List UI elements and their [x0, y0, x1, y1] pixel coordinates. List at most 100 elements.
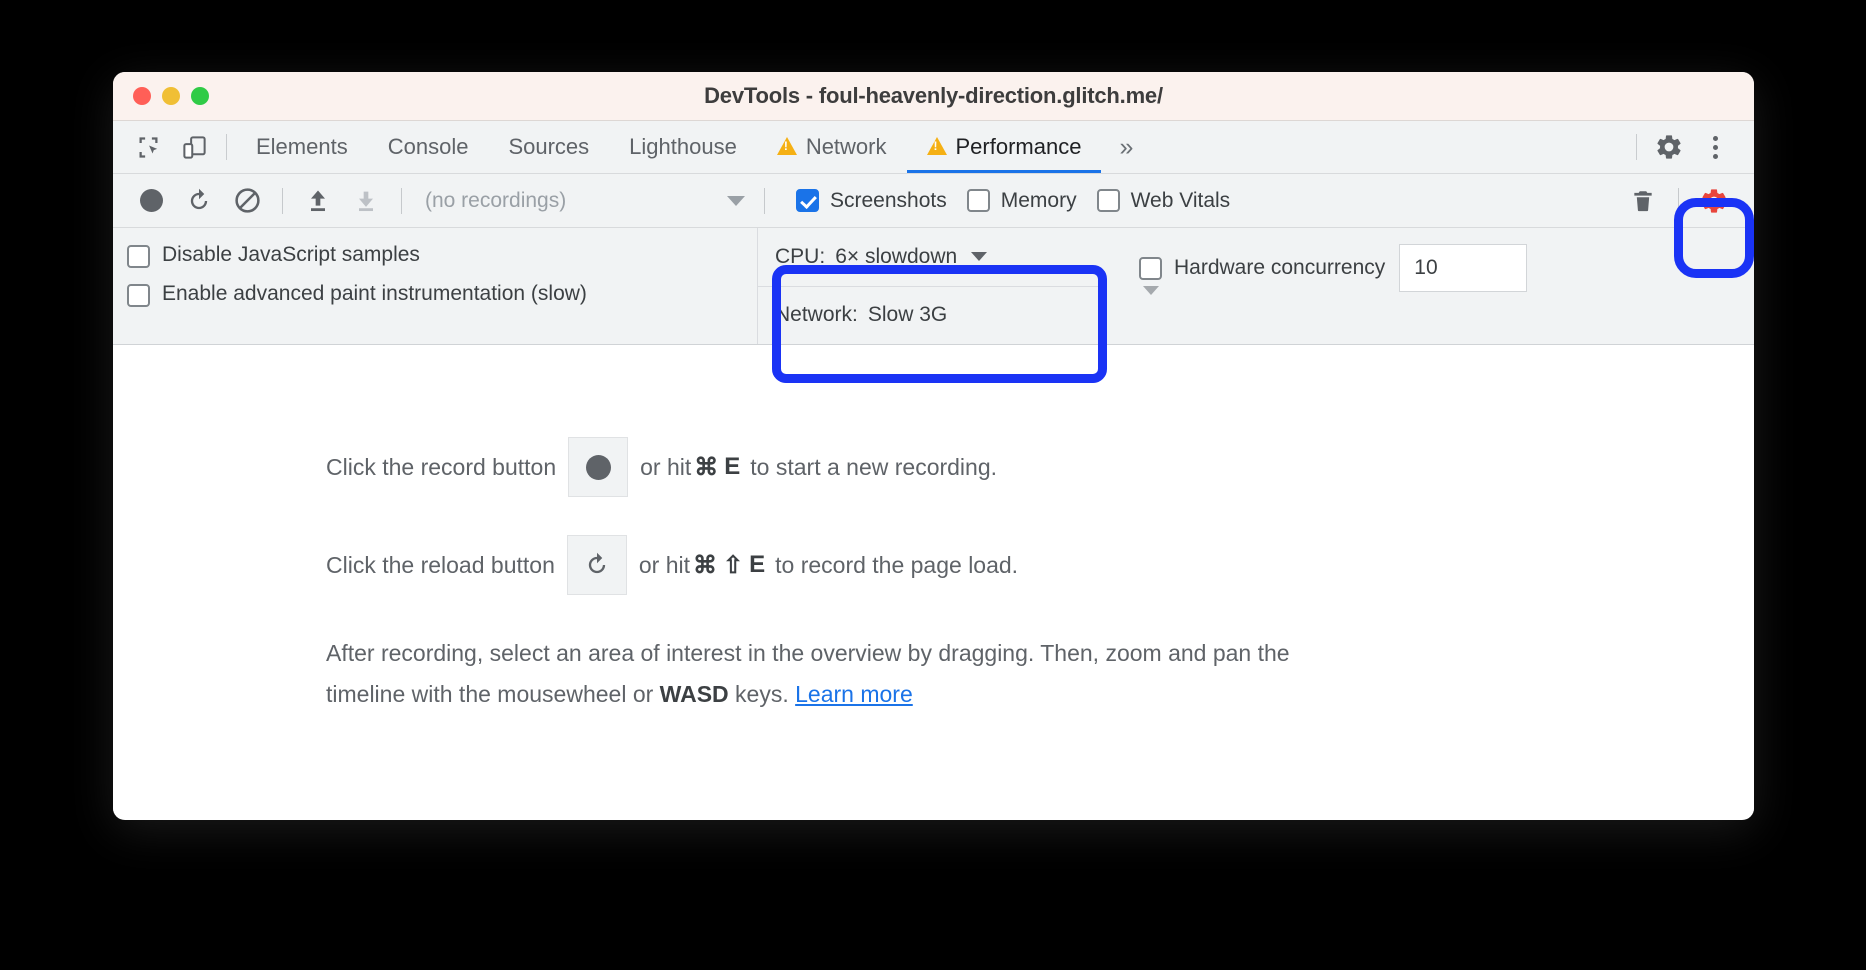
- warning-triangle-icon: [776, 137, 797, 155]
- chevron-down-icon: [727, 195, 745, 206]
- tab-label: Performance: [955, 134, 1082, 159]
- checkbox-box: [796, 189, 819, 212]
- shortcut-key-shift: ⇧: [723, 551, 744, 579]
- checkbox-advanced-paint-instrumentation[interactable]: Enable advanced paint instrumentation (s…: [127, 281, 757, 308]
- checkbox-label: Web Vitals: [1130, 188, 1231, 212]
- settings-gear-icon[interactable]: [1646, 124, 1692, 170]
- toolbar-right-controls: [1619, 179, 1754, 223]
- record-button[interactable]: [127, 179, 175, 223]
- window-title: DevTools - foul-heavenly-direction.glitc…: [704, 83, 1163, 108]
- tab-performance[interactable]: Performance: [906, 121, 1102, 173]
- throttling-controls: CPU: 6× slowdown Network: Slow 3G: [758, 228, 1103, 344]
- shortcut-key-command: ⌘: [693, 551, 717, 579]
- more-options-kebab-icon[interactable]: [1692, 124, 1738, 170]
- tabbar-divider: [226, 134, 227, 160]
- network-throttling-dropdown[interactable]: Network: Slow 3G: [758, 287, 1103, 345]
- record-dot-icon: [139, 189, 163, 212]
- hardware-concurrency-input[interactable]: 10: [1399, 244, 1528, 292]
- tab-overflow-chevron-icon[interactable]: »: [1101, 121, 1149, 173]
- tab-label: Sources: [508, 134, 590, 159]
- reload-hint-suffix: to record the page load.: [775, 551, 1019, 578]
- hardware-concurrency-group: Hardware concurrency 10: [1103, 228, 1754, 344]
- checkbox-label: Enable advanced paint instrumentation (s…: [162, 281, 587, 305]
- window-titlebar: DevTools - foul-heavenly-direction.glitc…: [113, 72, 1754, 121]
- close-window-button[interactable]: [133, 87, 151, 105]
- checkbox-box: [966, 189, 990, 212]
- screenshot-stage: DevTools - foul-heavenly-direction.glitc…: [0, 0, 1866, 970]
- tabbar-right-controls: [1627, 121, 1754, 173]
- window-traffic-lights: [133, 87, 209, 105]
- reload-hint-line: Click the reload button or hit ⌘ ⇧ E to …: [326, 535, 1754, 595]
- performance-toolbar: (no recordings) Screenshots Memory Web V…: [113, 174, 1754, 228]
- tab-elements[interactable]: Elements: [236, 121, 368, 173]
- cpu-throttling-value: 6× slowdown: [835, 244, 958, 268]
- checkbox-disable-js-samples[interactable]: Disable JavaScript samples: [127, 242, 757, 269]
- wasd-keys-label: WASD: [659, 680, 729, 707]
- toolbar-divider: [282, 187, 283, 214]
- learn-more-link[interactable]: Learn more: [795, 681, 913, 707]
- tab-label: Elements: [256, 134, 348, 159]
- checkbox-label: Memory: [1000, 188, 1077, 212]
- save-profile-button[interactable]: [342, 179, 390, 223]
- network-throttling-value: Slow 3G: [867, 303, 948, 327]
- checkbox-label: Disable JavaScript samples: [162, 243, 420, 266]
- hardware-concurrency-label: Hardware concurrency: [1174, 256, 1386, 279]
- record-dot-icon: [585, 454, 611, 480]
- devtools-window: DevTools - foul-heavenly-direction.glitc…: [113, 72, 1754, 820]
- record-button-illustration[interactable]: [568, 437, 629, 497]
- cpu-throttling-key: CPU:: [775, 244, 826, 268]
- toolbar-divider-2: [401, 187, 402, 214]
- warning-triangle-icon: [926, 137, 947, 155]
- shortcut-key-e: E: [724, 453, 741, 480]
- tab-label: Lighthouse: [629, 134, 737, 159]
- shortcut-key-command: ⌘: [694, 453, 719, 481]
- reload-and-record-button[interactable]: [175, 179, 223, 223]
- clear-recording-button[interactable]: [223, 179, 271, 223]
- reload-hint-or-hit: or hit: [638, 551, 690, 578]
- toolbar-divider-4: [1678, 187, 1679, 214]
- capture-settings-panel: Disable JavaScript samples Enable advanc…: [113, 228, 1754, 345]
- capture-settings-gear-icon[interactable]: [1690, 179, 1738, 223]
- tabbar-right-divider: [1636, 134, 1637, 160]
- record-hint-line: Click the record button or hit ⌘ E to st…: [326, 437, 1754, 497]
- instructions-text-b: keys.: [728, 680, 796, 707]
- kebab-dots: [1712, 135, 1718, 159]
- inspect-element-icon[interactable]: [125, 121, 171, 173]
- checkbox-box: [127, 245, 150, 268]
- tab-label: Network: [805, 134, 887, 159]
- record-hint-or-hit: or hit: [640, 453, 692, 480]
- load-profile-button[interactable]: [294, 179, 342, 223]
- maximize-window-button[interactable]: [191, 87, 209, 105]
- reload-button-illustration[interactable]: [566, 535, 627, 595]
- minimize-window-button[interactable]: [162, 87, 180, 105]
- performance-empty-state: Click the record button or hit ⌘ E to st…: [113, 345, 1754, 819]
- checkbox-hardware-concurrency[interactable]: [1139, 257, 1162, 280]
- checkbox-box: [1096, 189, 1120, 212]
- tab-network[interactable]: Network: [757, 121, 907, 173]
- checkbox-screenshots[interactable]: Screenshots: [796, 189, 947, 213]
- devtools-tabbar: Elements Console Sources Lighthouse Netw…: [113, 121, 1754, 174]
- checkbox-web-vitals[interactable]: Web Vitals: [1096, 188, 1231, 213]
- overview-instructions-paragraph: After recording, select an area of inter…: [326, 633, 1331, 715]
- cpu-throttling-dropdown[interactable]: CPU: 6× slowdown: [758, 228, 1103, 287]
- checkbox-box: [127, 283, 150, 307]
- reload-hint-prefix: Click the reload button: [326, 551, 555, 578]
- network-throttling-key: Network:: [775, 303, 858, 327]
- recordings-dropdown[interactable]: (no recordings): [413, 189, 753, 213]
- device-toolbar-icon[interactable]: [171, 121, 217, 173]
- tab-lighthouse[interactable]: Lighthouse: [609, 121, 757, 173]
- checkbox-label: Screenshots: [830, 188, 947, 212]
- capture-settings-options: Disable JavaScript samples Enable advanc…: [113, 228, 758, 344]
- chevron-down-icon: [971, 252, 988, 262]
- collect-garbage-trash-icon[interactable]: [1619, 179, 1667, 223]
- checkbox-memory[interactable]: Memory: [966, 188, 1077, 213]
- network-dropdown-chevron-icon: [1143, 286, 1159, 295]
- toolbar-divider-3: [764, 187, 765, 214]
- record-hint-suffix: to start a new recording.: [750, 453, 998, 480]
- shortcut-key-e: E: [749, 551, 766, 578]
- recordings-value: (no recordings): [425, 188, 567, 212]
- tab-sources[interactable]: Sources: [488, 121, 609, 173]
- tab-console[interactable]: Console: [368, 121, 489, 173]
- tab-label: Console: [387, 134, 469, 159]
- record-hint-prefix: Click the record button: [326, 453, 557, 480]
